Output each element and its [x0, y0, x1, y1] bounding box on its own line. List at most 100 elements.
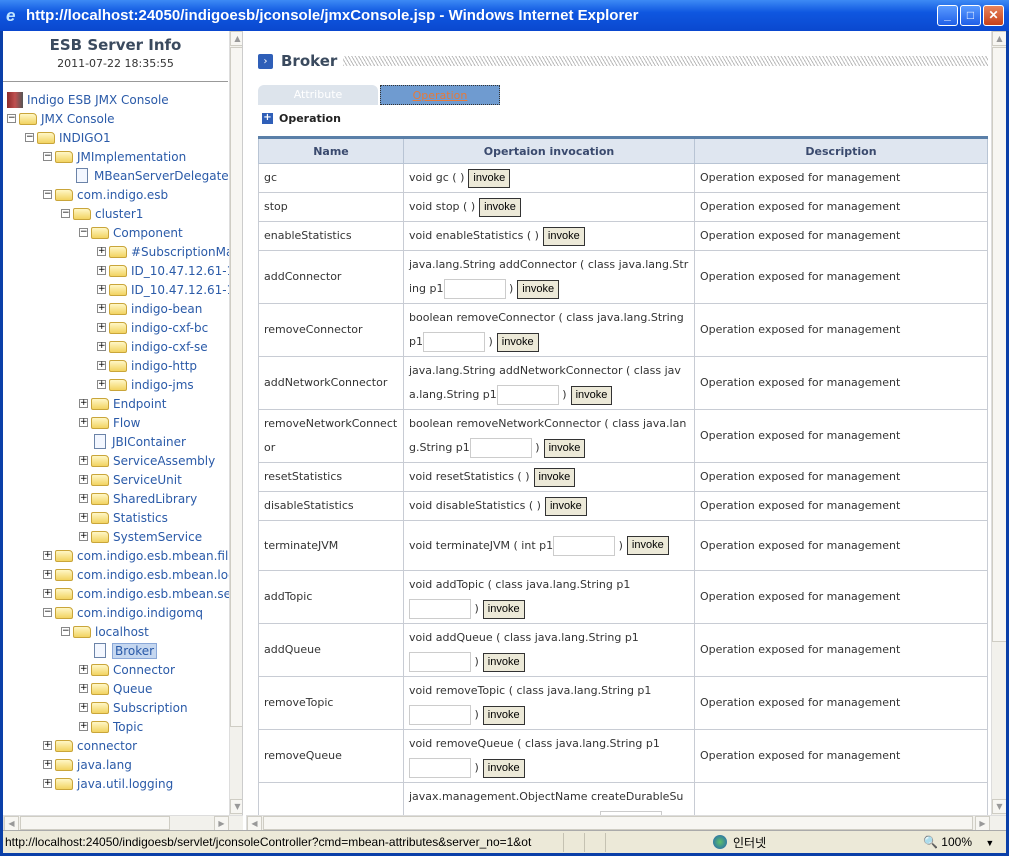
tree-item[interactable]: + Statistics: [7, 508, 229, 527]
expand-icon[interactable]: +: [43, 779, 52, 788]
expand-icon[interactable]: +: [79, 665, 88, 674]
scroll-down-button[interactable]: ▼: [992, 799, 1006, 814]
tree-item-label[interactable]: #SubscriptionManager: [131, 245, 242, 259]
collapse-icon[interactable]: −: [43, 608, 52, 617]
tree-item[interactable]: + com.indigo.esb.mbean.service: [7, 584, 242, 603]
tree-item[interactable]: + Endpoint: [7, 394, 229, 413]
tree-item[interactable]: + indigo-jms: [7, 375, 229, 394]
expand-icon[interactable]: +: [79, 513, 88, 522]
tree-item[interactable]: + ID_10.47.12.61-131: [7, 280, 242, 299]
parameter-input[interactable]: [409, 599, 471, 619]
tree-item-label[interactable]: MBeanServerDelegate: [94, 169, 229, 183]
tree-item-label[interactable]: JBIContainer: [112, 435, 186, 449]
tree-item-label[interactable]: com.indigo.indigomq: [77, 606, 203, 620]
sidebar-horizontal-scrollbar[interactable]: ◀ ▶: [3, 815, 243, 831]
tree-item[interactable]: + connector: [7, 736, 229, 755]
tree-item-label[interactable]: INDIGO1: [59, 131, 111, 145]
expand-icon[interactable]: +: [43, 760, 52, 769]
scroll-right-button[interactable]: ▶: [214, 816, 229, 831]
tree-item-label[interactable]: indigo-cxf-se: [131, 340, 208, 354]
tree-item-label[interactable]: indigo-bean: [131, 302, 202, 316]
parameter-input[interactable]: [409, 652, 471, 672]
tree-item[interactable]: − Component: [7, 223, 229, 242]
tree-item[interactable]: + indigo-bean: [7, 299, 229, 318]
scroll-thumb[interactable]: [992, 47, 1006, 642]
tree-item-label[interactable]: indigo-http: [131, 359, 197, 373]
tab-attribute[interactable]: Attribute: [258, 85, 378, 105]
tree-item[interactable]: − localhost: [7, 622, 229, 641]
sidebar-vertical-scrollbar[interactable]: ▲ ▼: [229, 31, 242, 815]
tree-item-label[interactable]: Topic: [113, 720, 143, 734]
expand-icon[interactable]: +: [97, 247, 106, 256]
tree-item[interactable]: + Queue: [7, 679, 229, 698]
tree-item[interactable]: − com.indigo.indigomq: [7, 603, 229, 622]
tree-item-label[interactable]: Indigo ESB JMX Console: [27, 93, 169, 107]
tree-item[interactable]: + com.indigo.esb.mbean.file: [7, 546, 236, 565]
tree-item-label[interactable]: Flow: [113, 416, 140, 430]
collapse-icon[interactable]: −: [43, 152, 52, 161]
collapse-icon[interactable]: −: [79, 228, 88, 237]
tree-item-label[interactable]: SharedLibrary: [113, 492, 197, 506]
tree-item-label[interactable]: indigo-cxf-bc: [131, 321, 208, 335]
tree-item-label[interactable]: SystemService: [113, 530, 202, 544]
expand-icon[interactable]: +: [79, 399, 88, 408]
expand-icon[interactable]: +: [79, 494, 88, 503]
tree-item-label[interactable]: Component: [113, 226, 183, 240]
tree-item-label[interactable]: com.indigo.esb: [77, 188, 168, 202]
parameter-input[interactable]: [409, 758, 471, 778]
expand-icon[interactable]: +: [97, 266, 106, 275]
invoke-button[interactable]: invoke: [544, 496, 587, 516]
tree-item[interactable]: − com.indigo.esb: [7, 185, 229, 204]
expand-icon[interactable]: +: [79, 475, 88, 484]
tree-item-label[interactable]: JMX Console: [41, 112, 115, 126]
tree-item[interactable]: + java.lang: [7, 755, 229, 774]
expand-icon[interactable]: +: [43, 551, 52, 560]
tree-item-label[interactable]: ID_10.47.12.61-131: [131, 264, 242, 278]
tree-item[interactable]: − JMX Console: [7, 109, 229, 128]
expand-icon[interactable]: +: [97, 361, 106, 370]
tree-item[interactable]: + indigo-cxf-se: [7, 337, 229, 356]
expand-icon[interactable]: +: [79, 722, 88, 731]
invoke-button[interactable]: invoke: [468, 168, 511, 188]
tree-item-label[interactable]: com.indigo.esb.mbean.log: [77, 568, 236, 582]
invoke-button[interactable]: invoke: [542, 226, 585, 246]
collapse-icon[interactable]: −: [61, 627, 70, 636]
tree-item-label[interactable]: Connector: [113, 663, 175, 677]
tree-item[interactable]: MBeanServerDelegate: [7, 166, 229, 185]
tree-item[interactable]: + SystemService: [7, 527, 229, 546]
tree-item-label[interactable]: Broker: [112, 642, 158, 659]
tree-item[interactable]: + Connector: [7, 660, 229, 679]
tree-item[interactable]: + indigo-cxf-bc: [7, 318, 229, 337]
tree-item[interactable]: + Flow: [7, 413, 229, 432]
tree-item-label[interactable]: indigo-jms: [131, 378, 194, 392]
tree-item[interactable]: + indigo-http: [7, 356, 229, 375]
invoke-button[interactable]: invoke: [479, 197, 521, 217]
scroll-up-button[interactable]: ▲: [992, 31, 1006, 46]
scroll-up-button[interactable]: ▲: [230, 31, 242, 46]
invoke-button[interactable]: invoke: [570, 385, 613, 405]
tree-item-label[interactable]: Subscription: [113, 701, 188, 715]
invoke-button[interactable]: invoke: [482, 705, 525, 725]
main-horizontal-scrollbar[interactable]: ◀ ▶: [246, 815, 1006, 831]
tab-operation[interactable]: Operation: [380, 85, 500, 105]
expand-icon[interactable]: +: [97, 342, 106, 351]
parameter-input[interactable]: [443, 279, 506, 299]
invoke-button[interactable]: invoke: [482, 599, 525, 619]
tree-item[interactable]: + SharedLibrary: [7, 489, 229, 508]
tree-item[interactable]: + ServiceAssembly: [7, 451, 229, 470]
tree-item[interactable]: + ServiceUnit: [7, 470, 229, 489]
tree-item-label[interactable]: cluster1: [95, 207, 143, 221]
expand-icon[interactable]: +: [79, 532, 88, 541]
tree-item[interactable]: − cluster1: [7, 204, 229, 223]
tree-item-label[interactable]: ID_10.47.12.61-131: [131, 283, 242, 297]
tree-item-label[interactable]: com.indigo.esb.mbean.file: [77, 549, 236, 563]
tree-item-label[interactable]: java.util.logging: [77, 777, 173, 791]
tree-item[interactable]: + #SubscriptionManager: [7, 242, 242, 261]
parameter-input[interactable]: [422, 332, 485, 352]
expand-icon[interactable]: +: [97, 285, 106, 294]
tree-item[interactable]: + ID_10.47.12.61-131: [7, 261, 242, 280]
invoke-button[interactable]: invoke: [482, 652, 525, 672]
tree-item-label[interactable]: com.indigo.esb.mbean.service: [77, 587, 242, 601]
tree-item[interactable]: Indigo ESB JMX Console: [7, 90, 229, 109]
scroll-right-button[interactable]: ▶: [975, 816, 990, 831]
